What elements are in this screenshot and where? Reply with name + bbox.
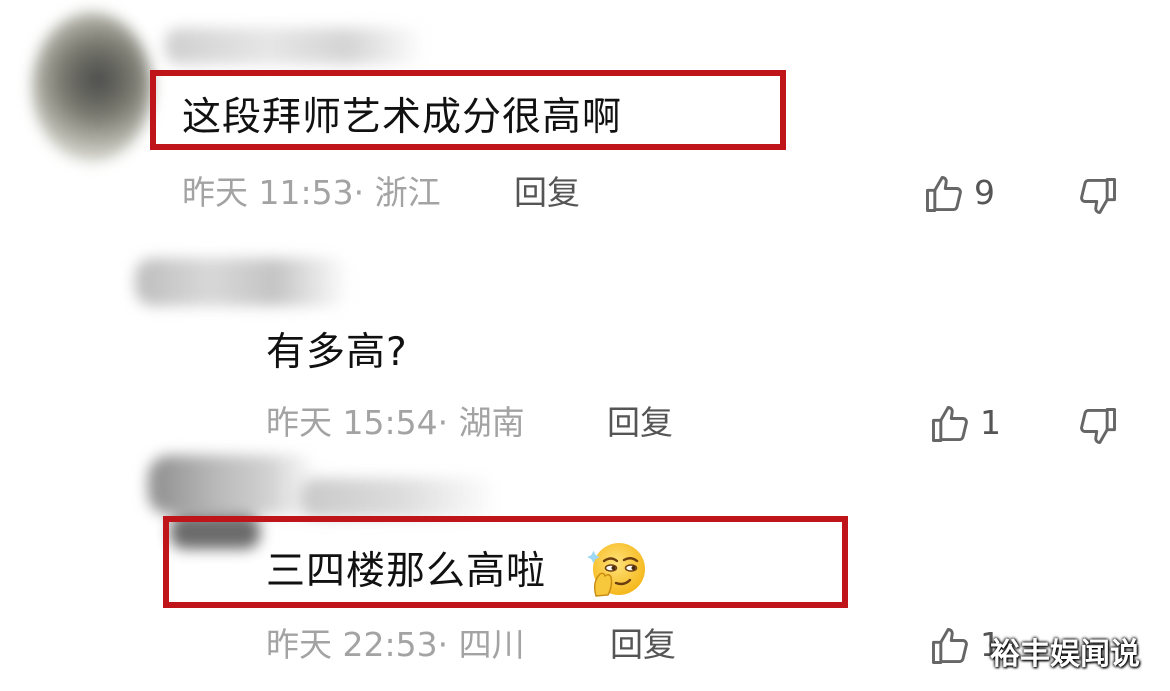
smirk-emoji bbox=[587, 543, 645, 597]
watermark: 裕丰娱闻说 bbox=[990, 637, 1140, 672]
comment-text: 有多高? bbox=[266, 330, 408, 375]
comment-meta: 昨天 22:53· 四川 bbox=[266, 625, 525, 664]
like-count: 1 bbox=[980, 403, 1001, 442]
comment-text: 三四楼那么高啦 bbox=[266, 549, 547, 594]
thumbs-up-icon[interactable] bbox=[928, 624, 972, 668]
thumbs-up-icon[interactable] bbox=[922, 172, 966, 216]
comment-meta: 昨天 11:53· 浙江 bbox=[182, 173, 441, 212]
reply-button[interactable]: 回复 bbox=[610, 628, 676, 661]
reply-button[interactable]: 回复 bbox=[607, 406, 673, 439]
avatar[interactable] bbox=[32, 12, 152, 162]
like-count: 9 bbox=[974, 173, 995, 212]
thumbs-down-icon[interactable] bbox=[1076, 404, 1120, 448]
thumbs-up-icon[interactable] bbox=[928, 402, 972, 446]
username[interactable] bbox=[165, 28, 425, 64]
reply-button[interactable]: 回复 bbox=[514, 176, 580, 209]
avatar[interactable] bbox=[148, 455, 318, 515]
username[interactable] bbox=[300, 478, 500, 518]
comment-meta: 昨天 15:54· 湖南 bbox=[266, 403, 525, 442]
comment-text: 这段拜师艺术成分很高啊 bbox=[182, 95, 623, 140]
thumbs-down-icon[interactable] bbox=[1076, 174, 1120, 218]
username[interactable] bbox=[135, 258, 350, 306]
